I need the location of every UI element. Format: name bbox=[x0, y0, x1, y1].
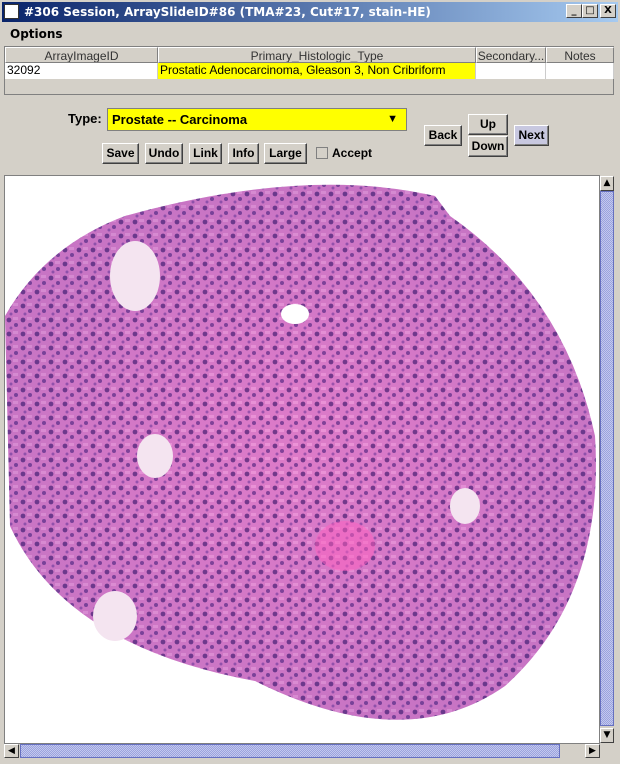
annotation-table: ArrayImageID Primary_Histologic_Type Sec… bbox=[4, 46, 614, 95]
title-bar: #306 Session, ArraySlideID#86 (TMA#23, C… bbox=[0, 0, 620, 24]
column-header-arrayimageid[interactable]: ArrayImageID bbox=[5, 47, 158, 63]
undo-button[interactable]: Undo bbox=[145, 143, 183, 164]
column-header-primary-type[interactable]: Primary_Histologic_Type bbox=[158, 47, 476, 63]
maximize-button[interactable]: □ bbox=[582, 4, 598, 18]
accept-label: Accept bbox=[332, 146, 373, 160]
cell-secondary[interactable] bbox=[476, 63, 546, 79]
minimize-button[interactable]: _ bbox=[566, 4, 582, 18]
tissue-image-panel bbox=[4, 175, 600, 744]
column-header-notes[interactable]: Notes bbox=[546, 47, 614, 63]
close-button[interactable]: X bbox=[600, 4, 616, 18]
cell-notes[interactable] bbox=[546, 63, 614, 79]
menu-options[interactable]: Options bbox=[10, 27, 63, 41]
next-button[interactable]: Next bbox=[514, 125, 549, 146]
down-button[interactable]: Down bbox=[468, 136, 508, 157]
large-button[interactable]: Large bbox=[264, 143, 307, 164]
accept-checkbox[interactable] bbox=[316, 147, 328, 159]
up-button[interactable]: Up bbox=[468, 114, 508, 135]
app-icon bbox=[4, 4, 19, 19]
scroll-right-icon[interactable]: ▶ bbox=[585, 744, 600, 758]
type-label: Type: bbox=[68, 111, 102, 126]
type-value: Prostate -- Carcinoma bbox=[112, 112, 248, 127]
cell-arrayimageid[interactable]: 32092 bbox=[5, 63, 158, 79]
chevron-down-icon: ▼ bbox=[387, 113, 398, 125]
scroll-up-icon[interactable]: ▲ bbox=[600, 176, 614, 191]
window-title: #306 Session, ArraySlideID#86 (TMA#23, C… bbox=[24, 5, 431, 19]
type-dropdown[interactable]: Prostate -- Carcinoma ▼ bbox=[107, 108, 407, 131]
scroll-left-icon[interactable]: ◀ bbox=[4, 744, 19, 758]
cell-primary-type[interactable]: Prostatic Adenocarcinoma, Gleason 3, Non… bbox=[158, 63, 476, 79]
horizontal-scrollbar-thumb[interactable] bbox=[20, 744, 560, 758]
info-button[interactable]: Info bbox=[228, 143, 259, 164]
tissue-core-image bbox=[5, 184, 596, 720]
back-button[interactable]: Back bbox=[424, 125, 462, 146]
column-header-secondary[interactable]: Secondary... bbox=[476, 47, 546, 63]
save-button[interactable]: Save bbox=[102, 143, 139, 164]
vertical-scrollbar-thumb[interactable] bbox=[600, 191, 614, 726]
scroll-down-icon[interactable]: ▼ bbox=[600, 728, 614, 743]
link-button[interactable]: Link bbox=[189, 143, 222, 164]
